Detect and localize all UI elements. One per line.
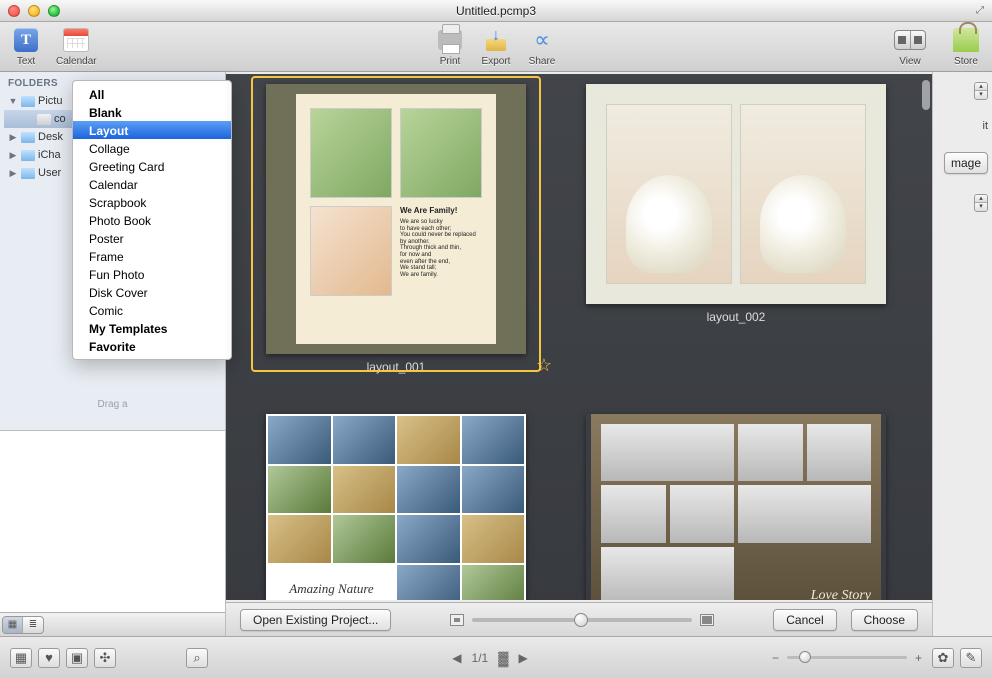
close-window-button[interactable] <box>8 5 20 17</box>
template-thumb-layout-004[interactable]: Love Story <box>586 414 886 600</box>
category-item-frame[interactable]: Frame <box>73 247 231 265</box>
image-button[interactable]: mage <box>944 152 988 174</box>
window-title: Untitled.pcmp3 <box>0 4 992 18</box>
fullscreen-icon[interactable]: ⤢ <box>976 5 984 16</box>
category-item-fun-photo[interactable]: Fun Photo <box>73 265 231 283</box>
folder-icon <box>21 96 35 107</box>
toolbar: TText Calendar Print Export ∝Share View … <box>0 22 992 72</box>
settings-icon[interactable]: ✿ <box>932 648 954 668</box>
export-icon <box>484 29 508 51</box>
category-item-scrapbook[interactable]: Scrapbook <box>73 193 231 211</box>
category-dropdown[interactable]: AllBlankLayoutCollageGreeting CardCalend… <box>72 80 232 360</box>
large-thumb-icon <box>700 614 714 626</box>
edit-layout-icon[interactable]: ✎ <box>960 648 982 668</box>
favorite-star-icon[interactable]: ☆ <box>536 355 552 376</box>
store-button[interactable]: Store <box>950 26 982 67</box>
favorites-icon[interactable]: ♥ <box>38 648 60 668</box>
next-page-icon[interactable]: ▶ <box>518 651 527 665</box>
small-thumb-icon <box>450 614 464 626</box>
opacity-stepper[interactable]: ▴▾ <box>974 194 988 212</box>
sidebar-view-toggle[interactable]: ▦ ≣ <box>2 616 44 634</box>
minimize-window-button[interactable] <box>28 5 40 17</box>
effects-icon[interactable]: ✣ <box>94 648 116 668</box>
template-thumb-layout-001[interactable]: We Are Family! We are so lucky to have e… <box>246 84 546 374</box>
printer-icon <box>438 30 462 50</box>
canvas-zoom-slider[interactable]: − + <box>772 651 922 665</box>
template-text: We Are Family! We are so lucky to have e… <box>400 206 482 296</box>
folder-icon <box>21 132 35 143</box>
page-indicator: 1/1 <box>472 651 489 665</box>
zoom-fit-icon[interactable]: ⌕ <box>186 648 208 668</box>
zoom-in-icon[interactable]: + <box>915 651 922 665</box>
category-item-photo-book[interactable]: Photo Book <box>73 211 231 229</box>
text-tool[interactable]: TText <box>10 26 42 67</box>
category-item-comic[interactable]: Comic <box>73 301 231 319</box>
category-item-poster[interactable]: Poster <box>73 229 231 247</box>
placeholder-photo <box>310 108 392 198</box>
zoom-out-icon[interactable]: − <box>772 651 779 665</box>
thumb-label: layout_001 <box>367 360 426 374</box>
app-bottom-bar: ▦ ♥ ▣ ✣ ⌕ ◀ 1/1 ▓ ▶ − + ✿ ✎ <box>0 636 992 678</box>
choose-button[interactable]: Choose <box>851 609 918 631</box>
drag-hint: Drag a <box>0 399 225 410</box>
export-button[interactable]: Export <box>480 26 512 67</box>
template-thumb-layout-003[interactable]: Amazing Nature <box>246 414 546 600</box>
category-item-disk-cover[interactable]: Disk Cover <box>73 283 231 301</box>
folder-icon <box>37 114 51 125</box>
category-item-favorite[interactable]: Favorite <box>73 337 231 355</box>
folder-icon <box>21 168 35 179</box>
category-item-layout[interactable]: Layout <box>73 121 231 139</box>
thumbnail-size-slider[interactable] <box>405 614 759 626</box>
open-existing-button[interactable]: Open Existing Project... <box>240 609 391 631</box>
titlebar: Untitled.pcmp3 ⤢ <box>0 0 992 22</box>
prev-page-icon[interactable]: ◀ <box>452 651 461 665</box>
cancel-button[interactable]: Cancel <box>773 609 836 631</box>
print-button[interactable]: Print <box>434 26 466 67</box>
share-icon: ∝ <box>534 27 550 53</box>
zoom-window-button[interactable] <box>48 5 60 17</box>
folder-icon <box>21 150 35 161</box>
category-item-collage[interactable]: Collage <box>73 139 231 157</box>
placeholder-photo <box>310 206 392 296</box>
crop-icon[interactable]: ▣ <box>66 648 88 668</box>
category-item-my-templates[interactable]: My Templates <box>73 319 231 337</box>
calendar-tool[interactable]: Calendar <box>56 26 97 67</box>
modal-footer: Open Existing Project... Cancel Choose <box>226 602 932 636</box>
thumb-label: layout_002 <box>707 310 766 324</box>
canvas-icon[interactable]: ▦ <box>10 648 32 668</box>
category-item-greeting-card[interactable]: Greeting Card <box>73 157 231 175</box>
template-thumb-layout-002[interactable]: layout_002 <box>586 84 886 374</box>
inspector-panel-partial: ▴▾ it mage ▴▾ <box>932 72 992 636</box>
view-switcher[interactable]: View <box>894 26 926 67</box>
grid-view-icon[interactable]: ▦ <box>3 617 23 633</box>
shopping-bag-icon <box>953 28 979 52</box>
placeholder-photo <box>400 108 482 198</box>
category-item-all[interactable]: All <box>73 85 231 103</box>
pages-icon[interactable]: ▓ <box>498 650 508 666</box>
category-item-blank[interactable]: Blank <box>73 103 231 121</box>
page-navigator: ◀ 1/1 ▓ ▶ <box>452 650 527 666</box>
sidebar-preview-pane: ▦ ≣ <box>0 430 225 636</box>
list-view-icon[interactable]: ≣ <box>23 617 43 633</box>
share-button[interactable]: ∝Share <box>526 26 558 67</box>
category-item-calendar[interactable]: Calendar <box>73 175 231 193</box>
calendar-icon <box>63 28 89 52</box>
template-gallery[interactable]: We Are Family! We are so lucky to have e… <box>226 74 932 600</box>
template-chooser-modal: We Are Family! We are so lucky to have e… <box>226 72 932 636</box>
size-stepper[interactable]: ▴▾ <box>974 82 988 100</box>
